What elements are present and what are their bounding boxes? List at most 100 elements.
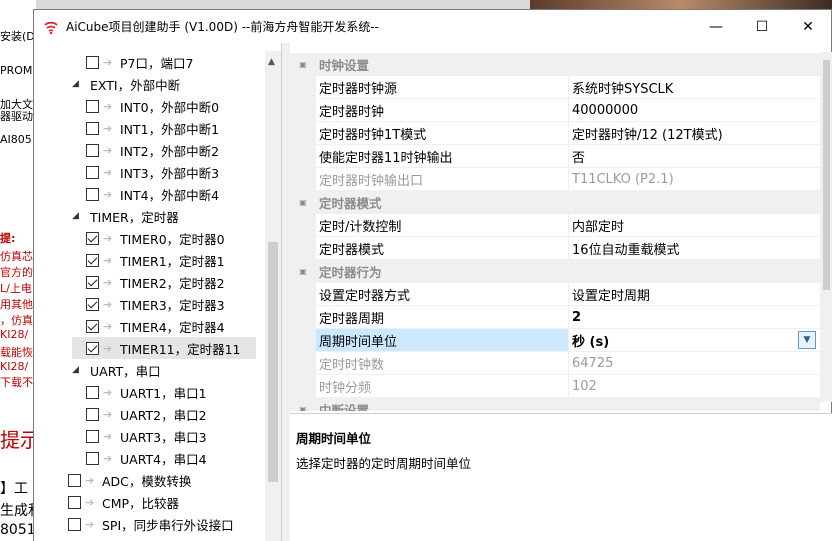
tree-item-label: INT4，外部中断4	[120, 187, 220, 203]
property-value[interactable]: 内部定时	[569, 214, 820, 237]
tree-item-label: INT0，外部中断0	[120, 99, 220, 115]
property-row[interactable]: 定时器时钟 40000000	[290, 99, 820, 122]
maximize-button[interactable]: ☐	[739, 11, 785, 43]
tree-item[interactable]: ➔ INT4，外部中断4	[86, 183, 219, 205]
title-bar[interactable]: AiCube项目创建助手 (V1.00D) --前海方舟智能开发系统-- — ☐…	[34, 10, 831, 43]
checkbox[interactable]	[86, 55, 99, 69]
property-row[interactable]: 定时器模式 16位自动重载模式	[290, 237, 820, 260]
checkbox[interactable]	[86, 275, 99, 289]
checkbox[interactable]	[86, 319, 99, 333]
tree-item[interactable]: ➔ TIMER4，定时器4	[86, 315, 225, 337]
category-mode[interactable]: ▣ 定时器模式	[290, 191, 820, 214]
property-name: 定时器周期	[316, 306, 569, 329]
category-interrupt[interactable]: ▣ 中断设置	[290, 398, 820, 411]
checkbox[interactable]	[86, 341, 99, 355]
pane-splitter[interactable]	[281, 43, 290, 541]
tree-item[interactable]: ➔ TIMER0，定时器0	[86, 227, 225, 249]
tree-group[interactable]: ◢ TIMER，定时器	[72, 205, 179, 227]
tree-item[interactable]: ➔ TIMER3，定时器3	[86, 293, 225, 315]
property-name: 定时/计数控制	[316, 214, 569, 237]
tree-item[interactable]: ➔ UART2，串口2	[86, 403, 207, 425]
bg-fragment: 下载不	[0, 376, 33, 389]
expand-icon[interactable]: ◢	[72, 211, 84, 221]
checkbox[interactable]	[68, 517, 81, 531]
arrow-right-icon: ➔	[103, 341, 113, 355]
property-row[interactable]: 设置定时器方式 设置定时周期	[290, 283, 820, 306]
property-row[interactable]: 定时/计数控制 内部定时	[290, 214, 820, 237]
property-value[interactable]: 设置定时周期	[569, 283, 820, 306]
property-value[interactable]: 16位自动重载模式	[569, 237, 820, 260]
tree-item-label: EXTI，外部中断	[90, 77, 181, 93]
arrow-right-icon: ➔	[103, 429, 113, 443]
arrow-right-icon: ➔	[103, 99, 113, 113]
checkbox[interactable]	[68, 495, 81, 509]
grid-scrollbar[interactable]	[820, 52, 832, 402]
tree-scrollbar[interactable]: ▲	[265, 51, 281, 541]
collapse-icon[interactable]: ▣	[290, 191, 316, 214]
checkbox[interactable]	[86, 385, 99, 399]
tree-group[interactable]: ◢ UART，串口	[72, 359, 161, 381]
tree-item[interactable]: ➔ ADC，模数转换	[68, 469, 191, 491]
tree-scroll-thumb[interactable]	[268, 242, 278, 482]
property-row[interactable]: 定时器时钟源 系统时钟SYSCLK	[290, 76, 820, 99]
property-value: T11CLKO (P2.1)	[569, 168, 820, 191]
tree-item[interactable]: ➔ TIMER2，定时器2	[86, 271, 225, 293]
checkbox[interactable]	[86, 429, 99, 443]
checkbox[interactable]	[86, 187, 99, 201]
property-row: 时钟分频 102	[290, 375, 820, 398]
tree-item[interactable]: ➔ SPI，同步串行外设接口	[68, 513, 234, 535]
collapse-icon[interactable]: ▣	[290, 53, 316, 76]
tree-item[interactable]: ➔ INT3，外部中断3	[86, 161, 219, 183]
property-name: 定时器时钟1T模式	[316, 122, 569, 145]
tree-item[interactable]: ➔ UART1，串口1	[86, 381, 207, 403]
category-behavior[interactable]: ▣ 定时器行为	[290, 260, 820, 283]
grid-scroll-thumb[interactable]	[823, 60, 830, 290]
collapse-icon[interactable]: ▣	[290, 260, 316, 283]
property-value[interactable]: 系统时钟SYSCLK	[569, 76, 820, 99]
chevron-down-icon[interactable]: ▼	[798, 331, 816, 349]
checkbox[interactable]	[86, 121, 99, 135]
property-row-selected[interactable]: 周期时间单位 秒 (s) ▼	[290, 329, 820, 352]
tree-item[interactable]: ➔ UART3，串口3	[86, 425, 207, 447]
tree-item[interactable]: ➔ TIMER11，定时器11	[72, 337, 256, 359]
collapse-icon[interactable]: ▣	[290, 398, 316, 411]
close-button[interactable]: ✕	[785, 11, 831, 43]
property-row[interactable]: 使能定时器11时钟输出 否	[290, 145, 820, 168]
tree-item[interactable]: ➔ UART4，串口4	[86, 447, 207, 469]
minimize-button[interactable]: —	[693, 11, 739, 43]
tree-item[interactable]: ➔ INT1，外部中断1	[86, 117, 219, 139]
checkbox[interactable]	[86, 143, 99, 157]
tree-group[interactable]: ◢ EXTI，外部中断	[72, 73, 180, 95]
property-row[interactable]: 定时器周期 2	[290, 306, 820, 329]
tree-item[interactable]: ➔ P7口，端口7	[86, 51, 193, 73]
checkbox[interactable]	[86, 165, 99, 179]
checkbox[interactable]	[86, 99, 99, 113]
property-value[interactable]: 2	[569, 306, 820, 329]
bg-fragment: 8051	[0, 522, 36, 538]
arrow-right-icon: ➔	[103, 407, 113, 421]
tree-item[interactable]: ➔ CMP，比较器	[68, 491, 179, 513]
tree-item[interactable]: ➔ INT2，外部中断2	[86, 139, 219, 161]
property-value[interactable]: 定时器时钟/12 (12T模式)	[569, 122, 820, 145]
property-value: 64725	[569, 352, 820, 375]
checkbox[interactable]	[86, 253, 99, 267]
arrow-right-icon: ➔	[85, 517, 95, 531]
checkbox[interactable]	[86, 297, 99, 311]
arrow-right-icon: ➔	[103, 297, 113, 311]
property-row[interactable]: 定时器时钟1T模式 定时器时钟/12 (12T模式)	[290, 122, 820, 145]
expand-icon[interactable]: ◢	[72, 365, 84, 375]
bg-fragment: 用其他	[0, 298, 33, 311]
expand-icon[interactable]: ◢	[72, 79, 84, 89]
scroll-up-icon[interactable]: ▲	[268, 57, 275, 67]
tree-item[interactable]: ➔ TIMER1，定时器1	[86, 249, 225, 271]
checkbox[interactable]	[86, 407, 99, 421]
tree-item-label: TIMER4，定时器4	[120, 319, 225, 335]
tree-item[interactable]: ➔ INT0，外部中断0	[86, 95, 219, 117]
property-value[interactable]: 40000000	[569, 99, 820, 122]
checkbox[interactable]	[68, 473, 81, 487]
category-clock[interactable]: ▣ 时钟设置	[290, 53, 820, 76]
checkbox[interactable]	[86, 231, 99, 245]
property-value-dropdown[interactable]: 秒 (s) ▼	[569, 329, 820, 352]
checkbox[interactable]	[86, 451, 99, 465]
property-value[interactable]: 否	[569, 145, 820, 168]
